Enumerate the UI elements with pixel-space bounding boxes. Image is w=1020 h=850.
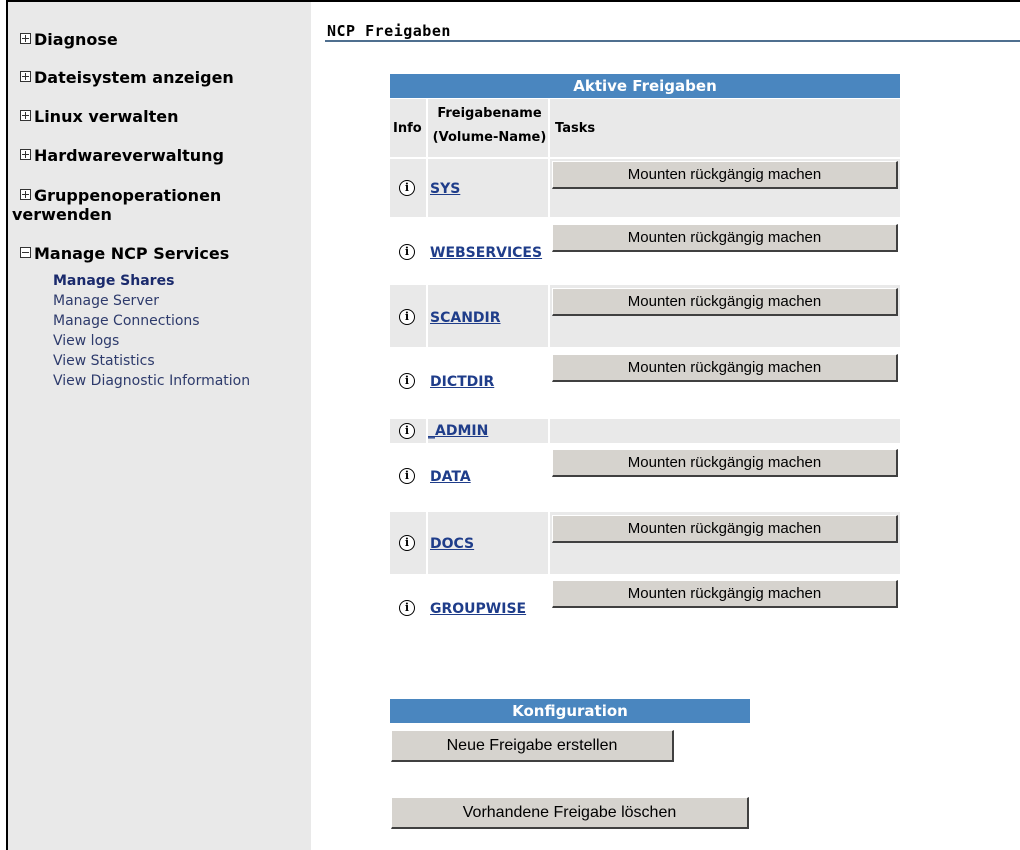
sidebar: Diagnose Dateisystem anzeigen Linux verw… [8,2,311,850]
sidebar-item-view-diagnostic[interactable]: View Diagnostic Information [53,371,250,391]
nav-group-ncp-services[interactable]: Manage NCP Services [20,244,305,264]
sidebar-item-view-statistics[interactable]: View Statistics [53,351,250,371]
nav-group-linux[interactable]: Linux verwalten [20,107,305,127]
config-header: Konfiguration [390,699,750,723]
column-header-tasks: Tasks [555,121,596,136]
info-icon[interactable]: i [399,180,415,196]
create-share-button[interactable]: Neue Freigabe erstellen [391,730,674,762]
sidebar-item-manage-connections[interactable]: Manage Connections [53,311,250,331]
unmount-button-sys[interactable]: Mounten rückgängig machen [552,161,898,189]
unmount-button-data[interactable]: Mounten rückgängig machen [552,449,898,477]
info-icon[interactable]: i [399,244,415,260]
info-icon[interactable]: i [399,423,415,439]
sidebar-item-view-logs[interactable]: View logs [53,331,250,351]
unmount-button-docs[interactable]: Mounten rückgängig machen [552,515,898,543]
nav-group-label-line1: Gruppenoperationen [34,186,222,205]
unmount-button-scandir[interactable]: Mounten rückgängig machen [552,288,898,316]
sidebar-item-manage-shares[interactable]: Manage Shares [53,271,250,291]
unmount-button-dictdir[interactable]: Mounten rückgängig machen [552,354,898,382]
share-link-groupwise[interactable]: GROUPWISE [430,601,526,617]
share-link-admin[interactable]: _ADMIN [428,423,488,439]
share-link-dictdir[interactable]: DICTDIR [430,374,494,390]
column-header-name-line2: (Volume-Name) [432,130,547,145]
info-icon[interactable]: i [399,373,415,389]
row-bg [550,419,900,443]
expand-icon[interactable] [20,110,31,121]
nav-group-diagnose[interactable]: Diagnose [20,30,305,50]
info-icon[interactable]: i [399,468,415,484]
info-icon[interactable]: i [399,309,415,325]
colhdr-bg-tasks [550,99,900,157]
column-header-name-line1: Freigabename [437,106,542,121]
nav-group-hardware[interactable]: Hardwareverwaltung [20,146,305,166]
share-link-sys[interactable]: SYS [430,181,460,197]
delete-share-button[interactable]: Vorhandene Freigabe löschen [391,797,749,829]
nav-group-label: Manage NCP Services [34,244,230,263]
share-link-scandir[interactable]: SCANDIR [430,310,501,326]
unmount-button-groupwise[interactable]: Mounten rückgängig machen [552,580,898,608]
nav-group-gruppenoperationen-line2[interactable]: verwenden [12,205,297,225]
page-title: NCP Freigaben [327,22,451,40]
nav-group-label: Diagnose [34,30,118,49]
nav-group-label: Dateisystem anzeigen [34,68,234,87]
nav-group-dateisystem[interactable]: Dateisystem anzeigen [20,68,305,88]
collapse-icon[interactable] [20,247,31,258]
unmount-button-webservices[interactable]: Mounten rückgängig machen [552,224,898,252]
info-icon[interactable]: i [399,600,415,616]
share-link-webservices[interactable]: WEBSERVICES [430,245,542,261]
expand-icon[interactable] [20,189,31,200]
nav-group-label: Linux verwalten [34,107,179,126]
expand-icon[interactable] [20,71,31,82]
title-divider [325,40,1020,42]
info-icon[interactable]: i [399,535,415,551]
expand-icon[interactable] [20,149,31,160]
expand-icon[interactable] [20,33,31,44]
nav-group-label-line2: verwenden [12,205,112,224]
nav-group-label: Hardwareverwaltung [34,146,224,165]
share-link-docs[interactable]: DOCS [430,536,474,552]
nav-group-gruppenoperationen[interactable]: Gruppenoperationen [20,186,305,206]
sidebar-item-manage-server[interactable]: Manage Server [53,291,250,311]
column-header-info: Info [393,121,422,136]
share-link-data[interactable]: DATA [430,469,471,485]
shares-table-header: Aktive Freigaben [390,74,900,98]
ncp-sub-menu: Manage Shares Manage Server Manage Conne… [53,271,250,391]
